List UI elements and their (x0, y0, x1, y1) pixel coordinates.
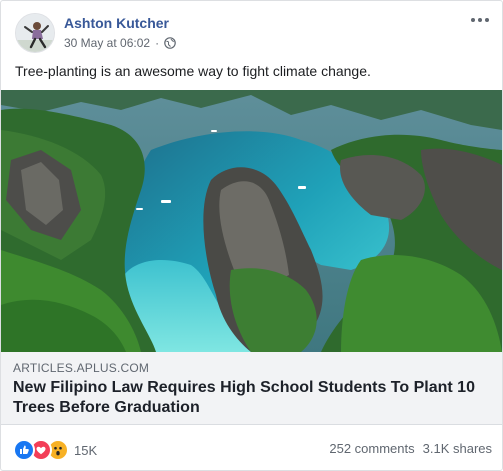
shares-count-link[interactable]: 3.1K shares (423, 441, 492, 456)
post-stats: 252 comments 3.1K shares (329, 441, 492, 456)
post-footer: 15K 252 comments 3.1K shares (1, 425, 502, 470)
post-text: Tree-planting is an awesome way to fight… (15, 63, 371, 79)
lagoon-photo (1, 90, 502, 352)
avatar-image (16, 14, 54, 52)
feed-post: Ashton Kutcher 30 May at 06:02 · Tree-pl… (0, 0, 503, 471)
post-timestamp[interactable]: 30 May at 06:02 (64, 36, 150, 50)
link-domain: ARTICLES.APLUS.COM (13, 361, 150, 375)
author-name-link[interactable]: Ashton Kutcher (64, 15, 169, 31)
post-header: Ashton Kutcher 30 May at 06:02 · (1, 1, 502, 61)
comments-count-link[interactable]: 252 comments (329, 441, 414, 456)
like-icon (13, 439, 35, 461)
globe-icon[interactable] (164, 37, 176, 49)
post-meta: 30 May at 06:02 · (64, 36, 176, 50)
dot (471, 18, 475, 22)
more-options-icon[interactable] (468, 11, 492, 29)
author-avatar[interactable] (15, 13, 55, 53)
dot (485, 18, 489, 22)
link-preview-card[interactable]: ARTICLES.APLUS.COM New Filipino Law Requ… (1, 352, 502, 425)
link-title[interactable]: New Filipino Law Requires High School St… (13, 378, 493, 418)
link-preview-image[interactable] (1, 90, 502, 352)
reactions-summary[interactable]: 15K (13, 439, 97, 461)
reaction-count: 15K (74, 442, 98, 458)
dot (478, 18, 482, 22)
